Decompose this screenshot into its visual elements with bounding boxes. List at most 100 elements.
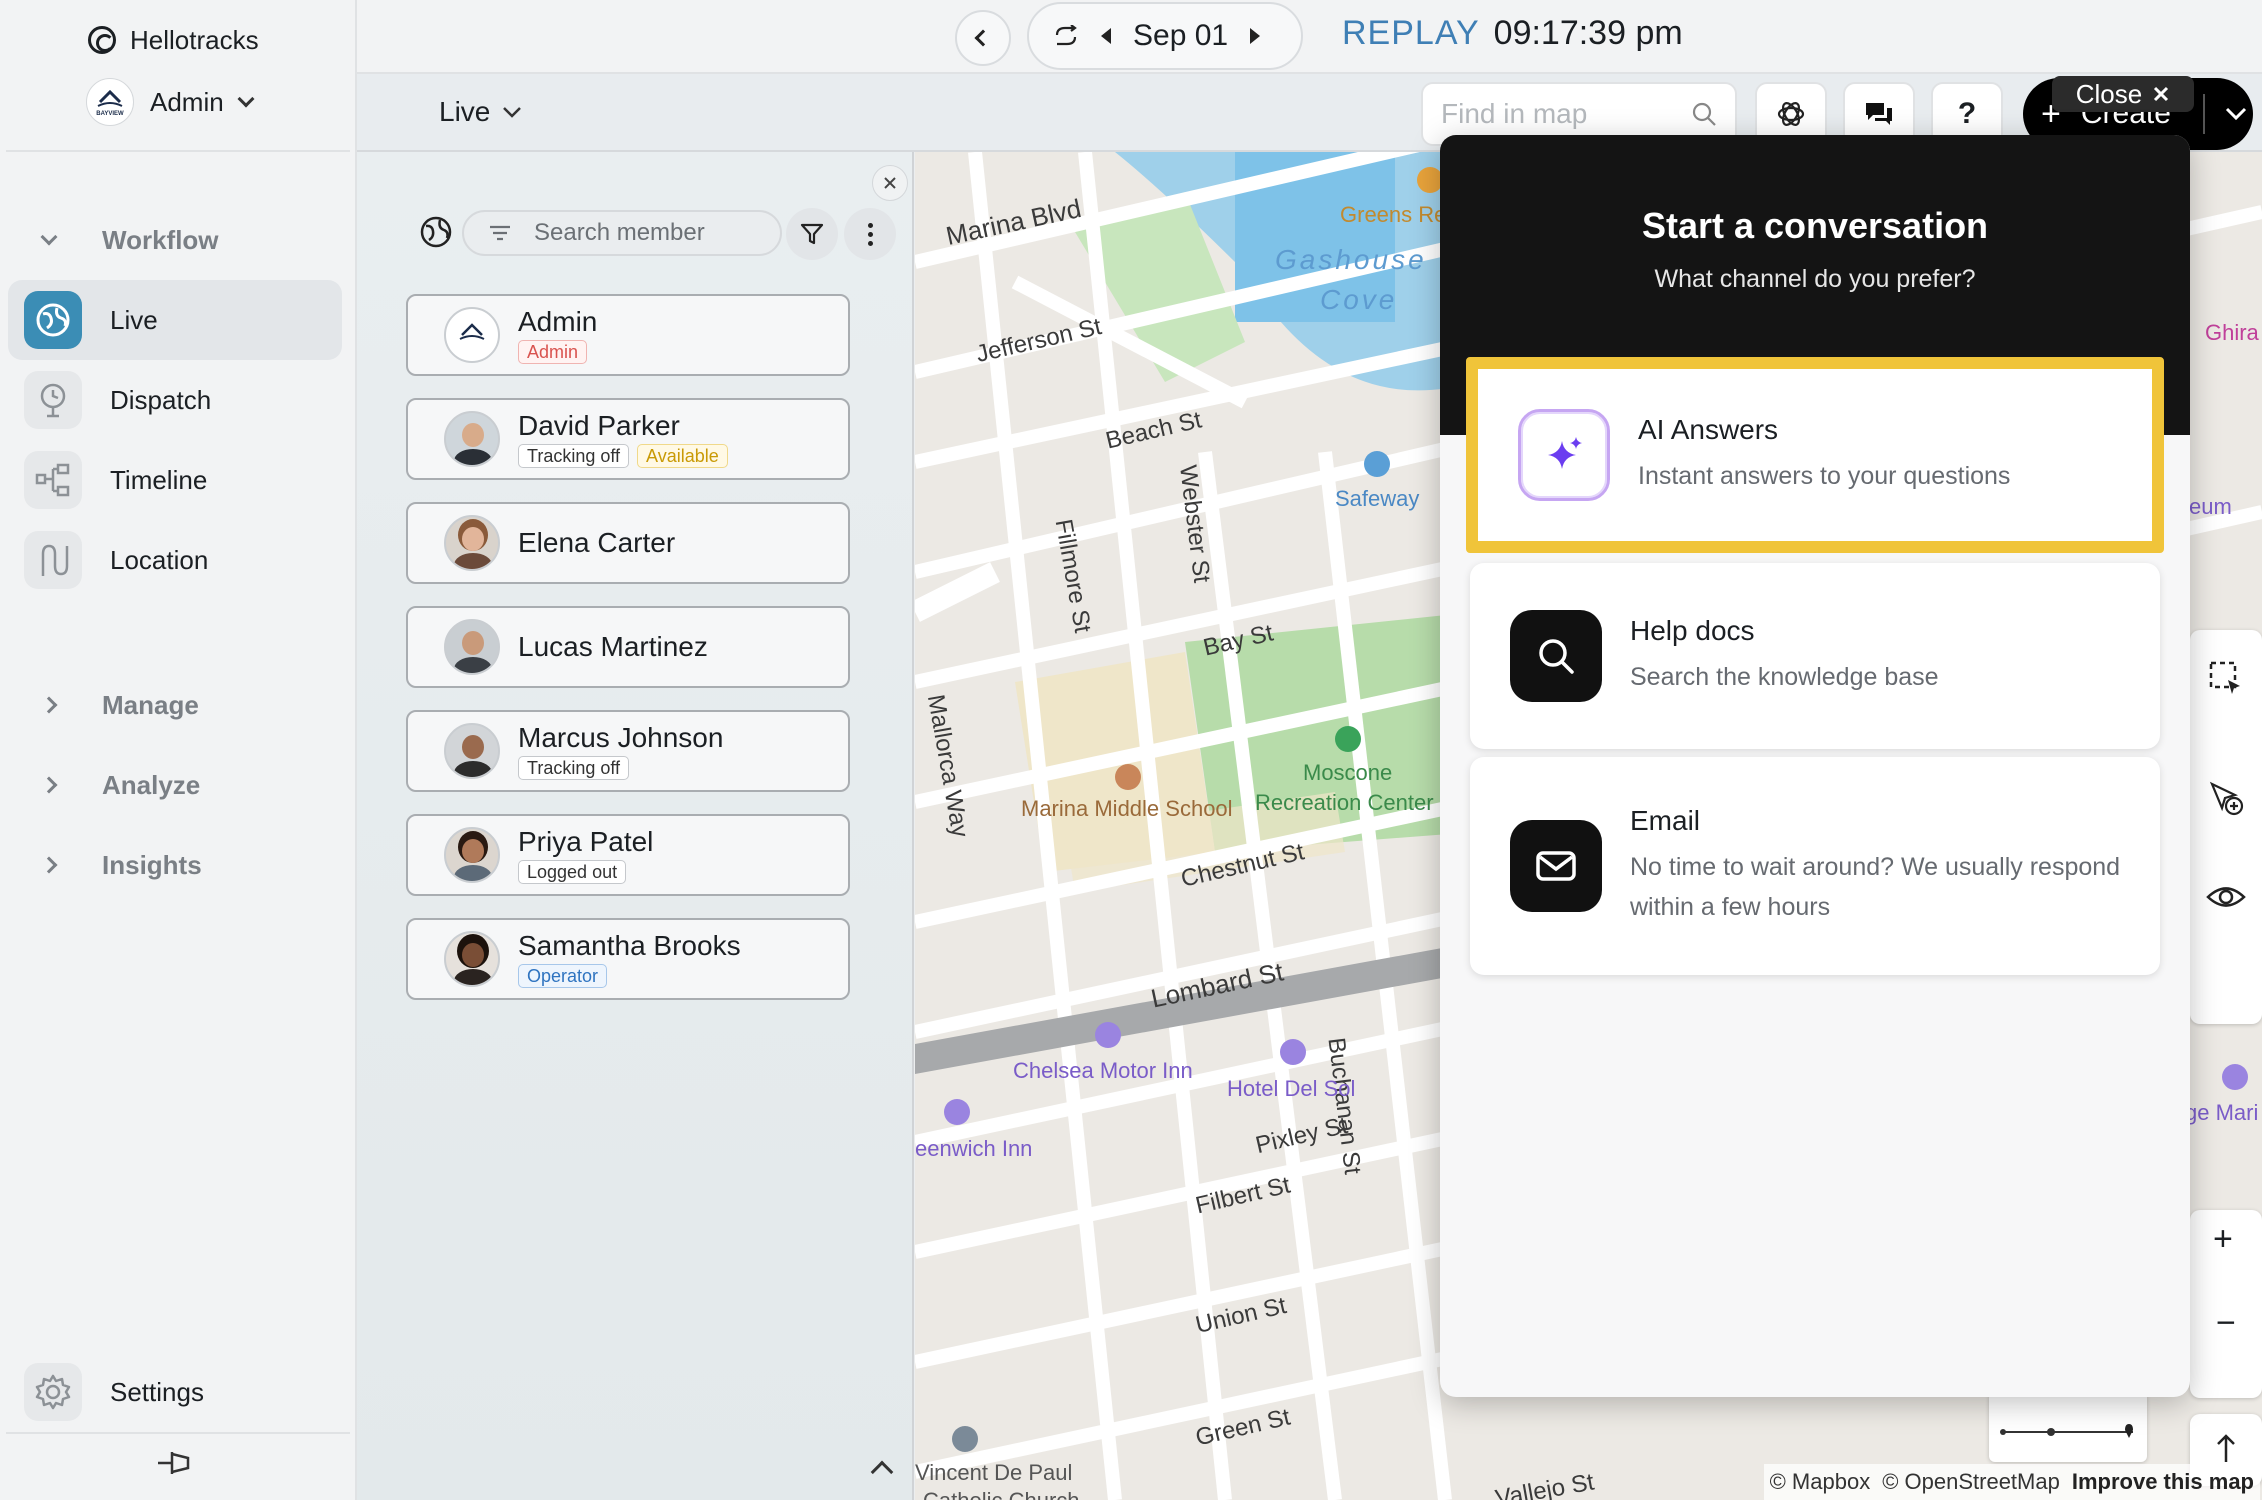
top-bar [357,0,2262,74]
sidebar-item-timeline[interactable]: Timeline [8,440,342,520]
chevron-down-icon[interactable] [2225,107,2247,121]
sort-icon [490,225,510,241]
section-label: Analyze [102,769,201,800]
member-card[interactable]: Elena Carter [406,502,850,584]
member-name: David Parker [518,410,680,441]
member-card[interactable]: David Parker Tracking off Available [406,398,850,480]
osm-credit[interactable]: © OpenStreetMap [1882,1469,2060,1495]
chevron-down-icon [40,228,58,246]
chat-icon [1866,103,1892,125]
section-label: Manage [102,689,199,720]
map-tools [2190,630,2262,1024]
filter-icon [800,223,824,245]
poi-label: Chelsea Motor Inn [1013,1058,1193,1083]
close-icon [884,177,896,189]
map-attribution: © Mapbox © OpenStreetMap Improve this ma… [1763,1464,2260,1500]
section-insights[interactable]: Insights [36,840,202,890]
more-dot [867,240,873,246]
account-logo: BAYVIEW [86,78,134,126]
section-manage[interactable]: Manage [36,680,199,730]
status-badge: Available [637,444,728,468]
ai-answers-option[interactable]: AI Answers Instant answers to your quest… [1466,357,2164,553]
select-area-icon[interactable] [2208,660,2244,696]
button-divider [2202,94,2205,134]
poi-label: Greens Re [1340,202,1447,227]
sidebar-divider [6,1432,350,1434]
member-card[interactable]: Priya Patel Logged out [406,814,850,896]
avatar [444,411,500,467]
find-in-map-placeholder[interactable]: Find in map [1441,98,1587,130]
date-selector[interactable]: Sep 01 [1027,2,1303,70]
zoom-in-icon[interactable]: + [2213,1220,2233,1259]
sidebar-item-dispatch[interactable]: Dispatch [8,360,342,440]
zoom-out-icon[interactable]: − [2216,1304,2236,1343]
globe-icon [420,216,452,248]
account-switcher[interactable]: BAYVIEW Admin [86,78,255,126]
member-card[interactable]: Samantha Brooks Operator [406,918,850,1000]
member-card[interactable]: Lucas Martinez [406,606,850,688]
date-prev-icon[interactable] [1101,28,1111,44]
poi-label: Recreation Center [1255,790,1434,815]
chevron-left-icon [974,29,992,47]
option-description: Instant answers to your questions [1638,462,2011,490]
role-badge: Operator [518,964,608,988]
sidebar-item-live[interactable]: Live [8,280,342,360]
search-member-input[interactable]: Search member [462,210,782,256]
sidebar-item-label: Location [110,544,209,575]
poi-label: eenwich Inn [915,1136,1033,1161]
avatar [444,931,500,987]
gear-icon [24,1363,82,1421]
member-name: Elena Carter [518,527,676,558]
replay-icon[interactable] [1053,25,1079,47]
email-option[interactable]: Email No time to wait around? We usually… [1470,757,2160,975]
account-name: Admin [150,86,224,117]
member-card[interactable]: Admin Admin [406,294,850,376]
add-place-icon[interactable] [2208,780,2244,816]
status-badge: Tracking off [518,756,630,780]
section-workflow[interactable]: Workflow [36,215,219,265]
brand[interactable]: Hellotracks [88,20,259,60]
account-logo-text: BAYVIEW [96,111,124,117]
close-popup-button[interactable]: Close [2052,76,2194,112]
date-next-icon[interactable] [1250,28,1261,44]
close-panel-button[interactable] [872,165,908,201]
search-member-placeholder[interactable]: Search member [534,219,705,247]
more-dot [867,231,873,237]
member-name: Lucas Martinez [518,631,708,662]
chevron-down-icon [237,90,255,108]
sidebar-item-settings[interactable]: Settings [8,1352,342,1432]
member-card[interactable]: Marcus Johnson Tracking off [406,710,850,792]
water-label: Cove [1320,284,1398,315]
option-title: Email [1630,805,1701,836]
section-label: Workflow [102,224,219,255]
filter-button[interactable] [786,208,838,260]
option-description: No time to wait around? We usually respo… [1630,853,2121,921]
avatar [444,619,500,675]
role-badge: Admin [518,340,588,364]
pin-sidebar-button[interactable] [154,1446,194,1485]
previous-day-button[interactable] [955,10,1011,66]
section-analyze[interactable]: Analyze [36,760,200,810]
avatar [444,515,500,571]
view-dropdown[interactable]: Live [439,96,522,128]
sparkle-icon [1518,409,1610,501]
bayview-logo-icon: BAYVIEW [96,89,124,117]
replay-time: 09:17:39 pm [1493,14,1683,52]
member-name: Marcus Johnson [518,722,724,753]
date-label[interactable]: Sep 01 [1133,19,1228,53]
improve-map-link[interactable]: Improve this map [2072,1469,2254,1495]
help-docs-option[interactable]: Help docs Search the knowledge base [1470,563,2160,749]
more-options-button[interactable] [844,208,896,260]
water-label: Gashouse [1275,244,1427,275]
search-icon [1692,102,1716,126]
slider-icon [2000,1424,2133,1438]
eye-icon[interactable] [2206,882,2246,912]
member-name: Admin [518,306,598,337]
member-map-toggle[interactable] [414,210,458,254]
poi-label: eum [2189,494,2232,519]
sidebar-item-location[interactable]: Location [8,520,342,600]
poi-label: Safeway [1335,486,1420,511]
icon-size-slider[interactable] [1989,1392,2147,1462]
poi-label: Ghira [2205,320,2259,345]
mapbox-credit[interactable]: © Mapbox [1770,1469,1871,1495]
